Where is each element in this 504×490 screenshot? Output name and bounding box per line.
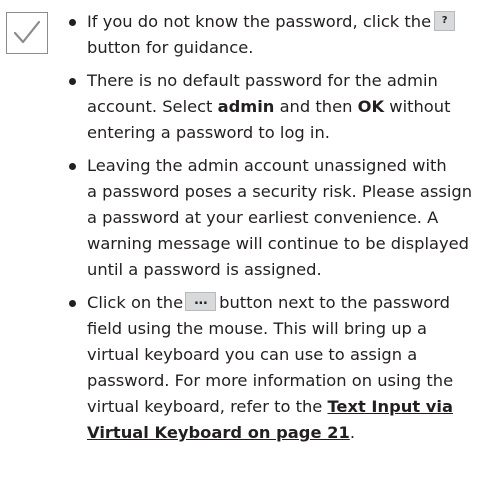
bullet-text: . — [349, 423, 355, 442]
bullet-text: field using the mouse. This will bring u… — [87, 319, 428, 338]
bullet-text: entering a password to log in. — [87, 123, 330, 142]
bullet-text: account. Select — [87, 97, 218, 116]
bullet-text: password. For more information on using … — [87, 371, 454, 390]
bullet-text: Click on the — [87, 293, 184, 312]
help-button-icon: ? — [434, 10, 456, 31]
bullet-text: virtual keyboard, refer to the — [87, 397, 328, 416]
ellipsis-button-icon: ... — [185, 292, 217, 311]
virtual-keyboard-link[interactable]: Text Input via — [327, 397, 452, 416]
bullet-text: button next to the password — [219, 293, 450, 312]
notes-list: If you do not know the password, click t… — [68, 0, 504, 446]
checkmark-icon — [13, 20, 41, 44]
bullet-text: until a password is assigned. — [87, 260, 322, 279]
bullet-text: without — [384, 97, 451, 116]
bullet-text: If you do not know the password, click t… — [87, 12, 432, 31]
ok-term: OK — [357, 97, 385, 116]
list-item-default-password: There is no default password for the adm… — [68, 68, 504, 146]
bullet-text: virtual keyboard you can use to assign a — [87, 345, 418, 364]
bullet-text: and then — [274, 97, 358, 116]
bullet-text: There is no default password for the adm… — [87, 71, 438, 90]
bullet-text: a password poses a security risk. Please… — [87, 182, 473, 201]
list-item-virtual-keyboard: Click on the... button next to the passwo… — [68, 290, 504, 446]
list-item-password-help: If you do not know the password, click t… — [68, 9, 504, 61]
bullet-text: Leaving the admin account unassigned wit… — [87, 156, 447, 175]
bullet-text: warning message will continue to be disp… — [87, 234, 469, 253]
bullet-text: a password at your earliest convenience.… — [87, 208, 439, 227]
note-checkmark-icon — [6, 12, 48, 54]
virtual-keyboard-link[interactable]: Virtual Keyboard on page 21 — [87, 423, 350, 442]
list-item-security-risk: Leaving the admin account unassigned wit… — [68, 153, 504, 283]
admin-term: admin — [217, 97, 275, 116]
bullet-text: button for guidance. — [87, 38, 254, 57]
